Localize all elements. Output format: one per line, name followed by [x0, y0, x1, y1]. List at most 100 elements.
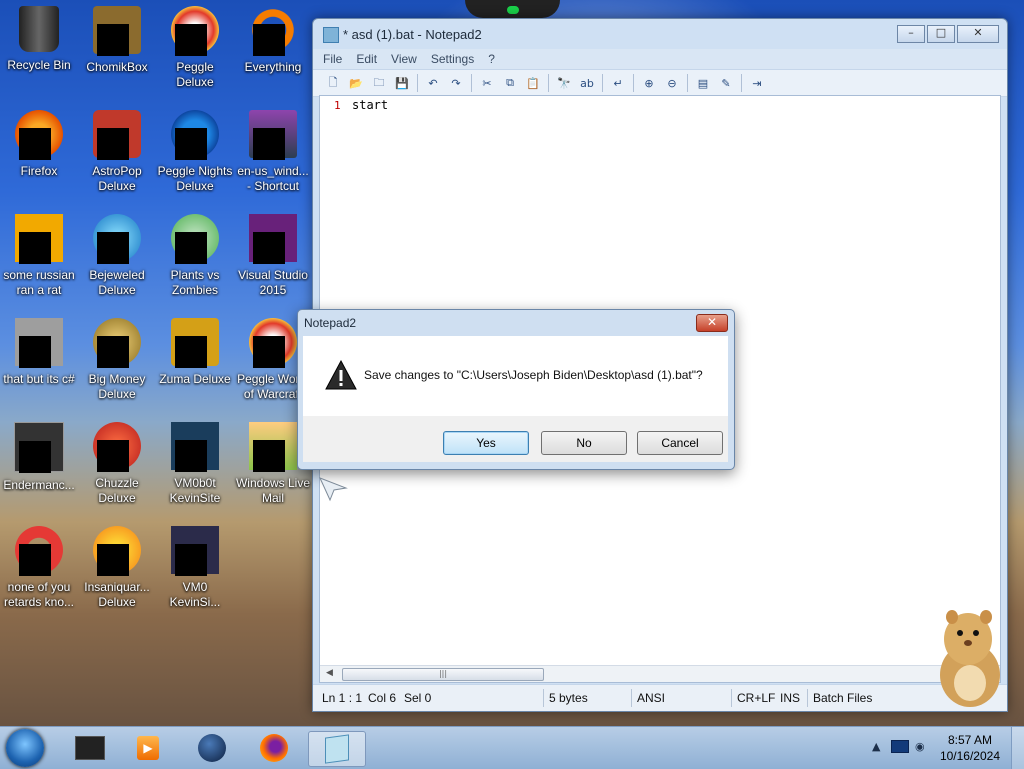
status-encoding[interactable]: ANSI	[637, 691, 665, 705]
tablet-icon	[75, 736, 105, 760]
desktop-icon-chuzzle[interactable]: Chuzzle Deluxe	[78, 422, 156, 506]
show-hidden-icons-icon[interactable]: ▲	[872, 740, 880, 753]
yes-button[interactable]: Yes	[443, 431, 529, 455]
bejeweled-icon	[93, 214, 141, 264]
desktop-icon-label: that but its c#	[3, 372, 75, 386]
zoom-in-icon[interactable]: ⊕	[641, 75, 657, 91]
peggle-nights-icon	[171, 110, 219, 160]
desktop-icon-endermanch[interactable]: Endermanc...	[0, 422, 78, 493]
desktop-icon-plants-vs-zombies[interactable]: Plants vs Zombies	[156, 214, 234, 298]
desktop-icon-recycle-bin[interactable]: Recycle Bin	[0, 6, 78, 73]
plants-vs-zombies-icon	[171, 214, 219, 264]
taskbar-app-media-player[interactable]: ▶	[120, 731, 176, 765]
menu-settings[interactable]: Settings	[431, 49, 474, 69]
exit-icon[interactable]: ⇥	[749, 75, 765, 91]
status-insert-mode[interactable]: INS	[780, 691, 800, 705]
desktop-icon-en-us-shortcut[interactable]: en-us_wind... - Shortcut	[234, 110, 312, 194]
menu-view[interactable]: View	[391, 49, 417, 69]
menu-help[interactable]: ?	[488, 49, 495, 69]
menu-edit[interactable]: Edit	[356, 49, 377, 69]
desktop-icon-some-russian[interactable]: some russian ran a rat	[0, 214, 78, 298]
window-title: * asd (1).bat - Notepad2	[343, 27, 482, 42]
scroll-left-icon[interactable]: ◀	[326, 668, 333, 678]
browse-icon[interactable]: 🗀	[371, 75, 387, 91]
taskbar: ▶ ▲ ◉ 8:57 AM 10/16/2024	[0, 726, 1024, 769]
desktop-icon-visual-studio[interactable]: Visual Studio 2015	[234, 214, 312, 298]
firefox-icon	[260, 734, 288, 762]
desktop-icon-label: Peggle Nights Deluxe	[157, 164, 233, 193]
desktop-gadget	[465, 0, 560, 18]
desktop-icon-label: VM0 KevinSi...	[169, 580, 221, 609]
winrar-icon	[249, 110, 297, 160]
status-size: 5 bytes	[549, 691, 588, 705]
maximize-button[interactable]: □	[927, 25, 955, 43]
undo-icon[interactable]: ↶	[425, 75, 441, 91]
desktop-icon-label: Big Money Deluxe	[88, 372, 146, 401]
desktop-icon-insaniquarium[interactable]: Insaniquar... Deluxe	[78, 526, 156, 610]
new-file-icon[interactable]: 🗋	[325, 75, 341, 91]
status-line-endings[interactable]: CR+LF	[737, 691, 775, 705]
desktop-icon-label: VM0b0t KevinSite	[169, 476, 221, 505]
start-button[interactable]	[6, 729, 44, 767]
open-folder-icon[interactable]: 📂	[348, 75, 364, 91]
zoom-out-icon[interactable]: ⊖	[664, 75, 680, 91]
chuzzle-icon	[93, 422, 141, 472]
media-player-icon: ▶	[137, 736, 159, 760]
status-scheme[interactable]: Batch Files	[813, 691, 872, 705]
customize-scheme-icon[interactable]: ✎	[718, 75, 734, 91]
taskbar-app-firefox[interactable]	[246, 731, 302, 765]
taskbar-app-tablet[interactable]	[62, 731, 118, 765]
minimize-button[interactable]: –	[897, 25, 925, 43]
desktop-icon-that-but-csharp[interactable]: that but its c#	[0, 318, 78, 387]
vm-icon	[171, 526, 219, 576]
mouse-cursor-icon	[319, 477, 348, 502]
window-title-bar[interactable]: * asd (1).bat - Notepad2 – □ ✕	[313, 19, 1007, 49]
cancel-button[interactable]: Cancel	[637, 431, 723, 455]
desktop-icon-astropop[interactable]: AstroPop Deluxe	[78, 110, 156, 194]
taskbar-app-notepad2[interactable]	[308, 731, 366, 767]
menu-file[interactable]: File	[323, 49, 342, 69]
desktop-icon-none-of-you[interactable]: none of you retards kno...	[0, 526, 78, 610]
astropop-icon	[93, 110, 141, 160]
close-button[interactable]: ✕	[957, 25, 999, 43]
save-changes-dialog[interactable]: Notepad2 ✕ Save changes to "C:\Users\Jos…	[297, 309, 735, 470]
volume-icon[interactable]: ◉	[915, 740, 925, 753]
taskbar-app-globe[interactable]	[184, 731, 240, 765]
hamster-mascot-icon	[940, 610, 1000, 707]
file-icon	[15, 214, 63, 264]
replace-icon[interactable]: ab	[579, 75, 595, 91]
desktop-icon-peggle-deluxe[interactable]: Peggle Deluxe	[156, 6, 234, 90]
desktop-icon-chomikbox[interactable]: ChomikBox	[78, 6, 156, 75]
no-button[interactable]: No	[541, 431, 627, 455]
scheme-icon[interactable]: ▤	[695, 75, 711, 91]
warning-icon	[325, 360, 357, 390]
desktop-icon-label: Insaniquar... Deluxe	[84, 580, 150, 609]
desktop-icon-zuma[interactable]: Zuma Deluxe	[156, 318, 234, 387]
peggle-wow-icon	[249, 318, 297, 368]
peggle-icon	[171, 6, 219, 56]
desktop-icon-bejeweled[interactable]: Bejeweled Deluxe	[78, 214, 156, 298]
copy-icon[interactable]: ⧉	[502, 75, 518, 91]
desktop-icon-label: Endermanc...	[3, 478, 75, 492]
redo-icon[interactable]: ↷	[448, 75, 464, 91]
notepad-icon	[323, 27, 339, 43]
desktop-icon-peggle-nights[interactable]: Peggle Nights Deluxe	[156, 110, 234, 194]
system-clock[interactable]: 8:57 AM 10/16/2024	[940, 732, 1000, 764]
cut-icon[interactable]: ✂	[479, 75, 495, 91]
desktop-icon-vm0b0t-kevinsite[interactable]: VM0b0t KevinSite	[156, 422, 234, 506]
scrollbar-thumb[interactable]: |||	[342, 668, 544, 681]
desktop-icon-everything[interactable]: Everything	[234, 6, 312, 75]
show-desktop-button[interactable]	[1011, 727, 1024, 769]
editor-text[interactable]: start	[352, 98, 388, 112]
dialog-button-row: Yes No Cancel	[303, 416, 728, 462]
horizontal-scrollbar[interactable]: ◀ ||| ▶	[320, 665, 1000, 682]
paste-icon[interactable]: 📋	[525, 75, 541, 91]
word-wrap-icon[interactable]: ↵	[610, 75, 626, 91]
desktop-icon-big-money[interactable]: Big Money Deluxe	[78, 318, 156, 402]
desktop-icon-vm0-kevinsite[interactable]: VM0 KevinSi...	[156, 526, 234, 610]
desktop-icon-firefox[interactable]: Firefox	[0, 110, 78, 179]
network-icon[interactable]	[891, 740, 909, 753]
find-icon[interactable]: 🔭	[556, 75, 572, 91]
dialog-close-button[interactable]: ✕	[696, 314, 728, 332]
save-icon[interactable]: 💾	[394, 75, 410, 91]
